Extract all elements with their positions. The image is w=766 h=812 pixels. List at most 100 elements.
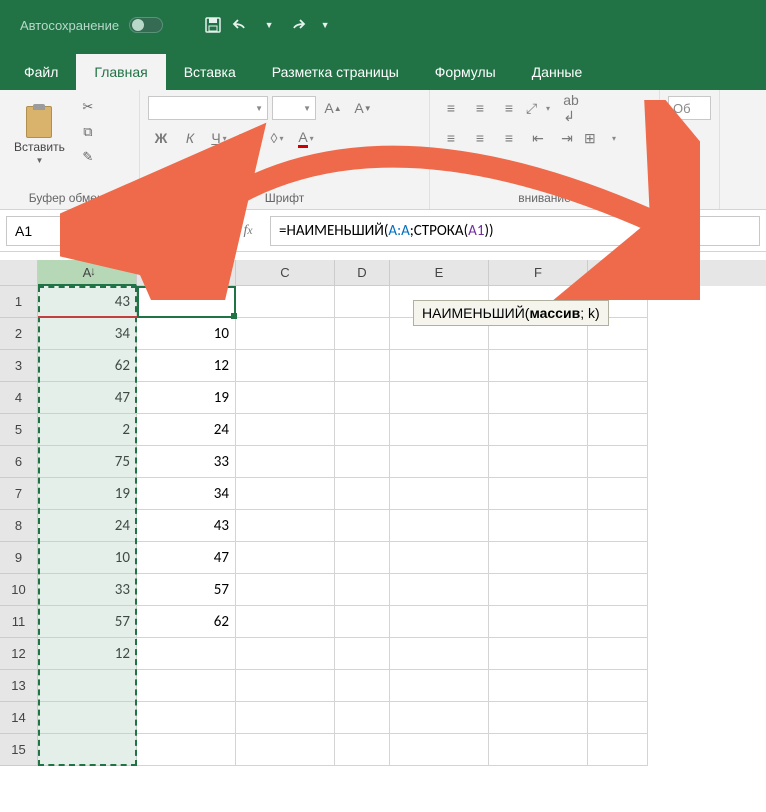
- align-center-icon[interactable]: ≡: [467, 126, 493, 150]
- cell[interactable]: [489, 382, 588, 414]
- cell[interactable]: [588, 414, 648, 446]
- row-header[interactable]: 1: [0, 286, 38, 318]
- cell[interactable]: [335, 510, 390, 542]
- cell[interactable]: [390, 446, 489, 478]
- cell[interactable]: [236, 606, 335, 638]
- name-box[interactable]: A1 ▼: [6, 216, 166, 246]
- tab-insert[interactable]: Вставка: [166, 54, 254, 90]
- decrease-font-icon[interactable]: A▼: [350, 96, 376, 120]
- number-format-combo[interactable]: Об: [668, 96, 711, 120]
- tab-file[interactable]: Файл: [6, 54, 76, 90]
- cell[interactable]: [335, 286, 390, 318]
- format-painter-icon[interactable]: ✎: [77, 146, 99, 168]
- row-header[interactable]: 11: [0, 606, 38, 638]
- cell[interactable]: [236, 382, 335, 414]
- row-header[interactable]: 14: [0, 702, 38, 734]
- cell[interactable]: 19: [137, 382, 236, 414]
- cell[interactable]: 12: [137, 350, 236, 382]
- bold-button[interactable]: Ж: [148, 126, 174, 150]
- cell[interactable]: [236, 478, 335, 510]
- redo-icon[interactable]: [287, 15, 307, 35]
- cell[interactable]: [588, 702, 648, 734]
- cell[interactable]: [588, 638, 648, 670]
- increase-font-icon[interactable]: A▲: [320, 96, 346, 120]
- italic-button[interactable]: К: [177, 126, 203, 150]
- cell[interactable]: [588, 574, 648, 606]
- undo-icon[interactable]: [231, 15, 251, 35]
- cell[interactable]: [335, 318, 390, 350]
- tab-formulas[interactable]: Формулы: [417, 54, 514, 90]
- cell[interactable]: 33: [137, 446, 236, 478]
- cell[interactable]: [335, 638, 390, 670]
- row-header[interactable]: 10: [0, 574, 38, 606]
- cell[interactable]: [335, 606, 390, 638]
- align-bottom-icon[interactable]: ≡: [496, 96, 522, 120]
- copy-icon[interactable]: ⧉: [77, 121, 99, 143]
- cell[interactable]: [588, 446, 648, 478]
- row-header[interactable]: 3: [0, 350, 38, 382]
- cell[interactable]: [335, 350, 390, 382]
- cell[interactable]: [489, 478, 588, 510]
- cell[interactable]: [588, 670, 648, 702]
- cell[interactable]: [489, 702, 588, 734]
- cell[interactable]: [390, 510, 489, 542]
- row-header[interactable]: 2: [0, 318, 38, 350]
- cell[interactable]: [335, 542, 390, 574]
- cell[interactable]: [390, 574, 489, 606]
- tab-home[interactable]: Главная: [76, 54, 165, 90]
- cell[interactable]: 24: [137, 414, 236, 446]
- cell[interactable]: [236, 542, 335, 574]
- cell[interactable]: [335, 446, 390, 478]
- align-middle-icon[interactable]: ≡: [467, 96, 493, 120]
- cell[interactable]: [588, 542, 648, 574]
- chevron-down-icon[interactable]: ▼: [259, 15, 279, 35]
- orientation-icon[interactable]: ⤢▾: [525, 96, 551, 120]
- cell[interactable]: [236, 702, 335, 734]
- cell[interactable]: [236, 350, 335, 382]
- cancel-icon[interactable]: ✕: [178, 221, 198, 241]
- row-header[interactable]: 9: [0, 542, 38, 574]
- select-all-corner[interactable]: [0, 260, 38, 286]
- column-header[interactable]: C: [236, 260, 335, 286]
- cell[interactable]: [489, 638, 588, 670]
- cell[interactable]: [335, 382, 390, 414]
- cell[interactable]: [335, 670, 390, 702]
- cell[interactable]: [390, 702, 489, 734]
- column-header[interactable]: D: [335, 260, 390, 286]
- align-left-icon[interactable]: ≡: [438, 126, 464, 150]
- borders-button[interactable]: ▦▾: [235, 126, 261, 150]
- formula-input[interactable]: =НАИМЕНЬШИЙ(A:A;СТРОКА(A1)): [270, 216, 760, 246]
- cell[interactable]: [137, 702, 236, 734]
- fill-color-button[interactable]: ◊▾: [264, 126, 290, 150]
- row-header[interactable]: 15: [0, 734, 38, 766]
- cell[interactable]: [137, 734, 236, 766]
- tab-data[interactable]: Данные: [514, 54, 601, 90]
- fill-handle[interactable]: [231, 313, 237, 319]
- cell[interactable]: [137, 638, 236, 670]
- cell[interactable]: [390, 414, 489, 446]
- cell[interactable]: [489, 414, 588, 446]
- font-color-button[interactable]: A▾: [293, 126, 319, 150]
- cell[interactable]: [390, 350, 489, 382]
- cell[interactable]: [489, 670, 588, 702]
- cell[interactable]: [236, 638, 335, 670]
- cell[interactable]: [236, 670, 335, 702]
- font-size-combo[interactable]: ▼: [272, 96, 316, 120]
- cell[interactable]: [335, 734, 390, 766]
- underline-button[interactable]: Ч▾: [206, 126, 232, 150]
- cell[interactable]: [236, 318, 335, 350]
- column-header[interactable]: G: [588, 260, 648, 286]
- cell[interactable]: [390, 542, 489, 574]
- increase-indent-icon[interactable]: ⇥: [554, 126, 580, 150]
- cell[interactable]: [390, 670, 489, 702]
- fx-icon[interactable]: fx: [238, 221, 258, 241]
- cell[interactable]: [489, 350, 588, 382]
- cell[interactable]: [390, 638, 489, 670]
- cut-icon[interactable]: ✂: [77, 96, 99, 118]
- cell[interactable]: [236, 286, 335, 318]
- cell[interactable]: [489, 446, 588, 478]
- cell[interactable]: [588, 382, 648, 414]
- cell[interactable]: [335, 574, 390, 606]
- column-header[interactable]: F: [489, 260, 588, 286]
- column-header[interactable]: A: [38, 260, 137, 286]
